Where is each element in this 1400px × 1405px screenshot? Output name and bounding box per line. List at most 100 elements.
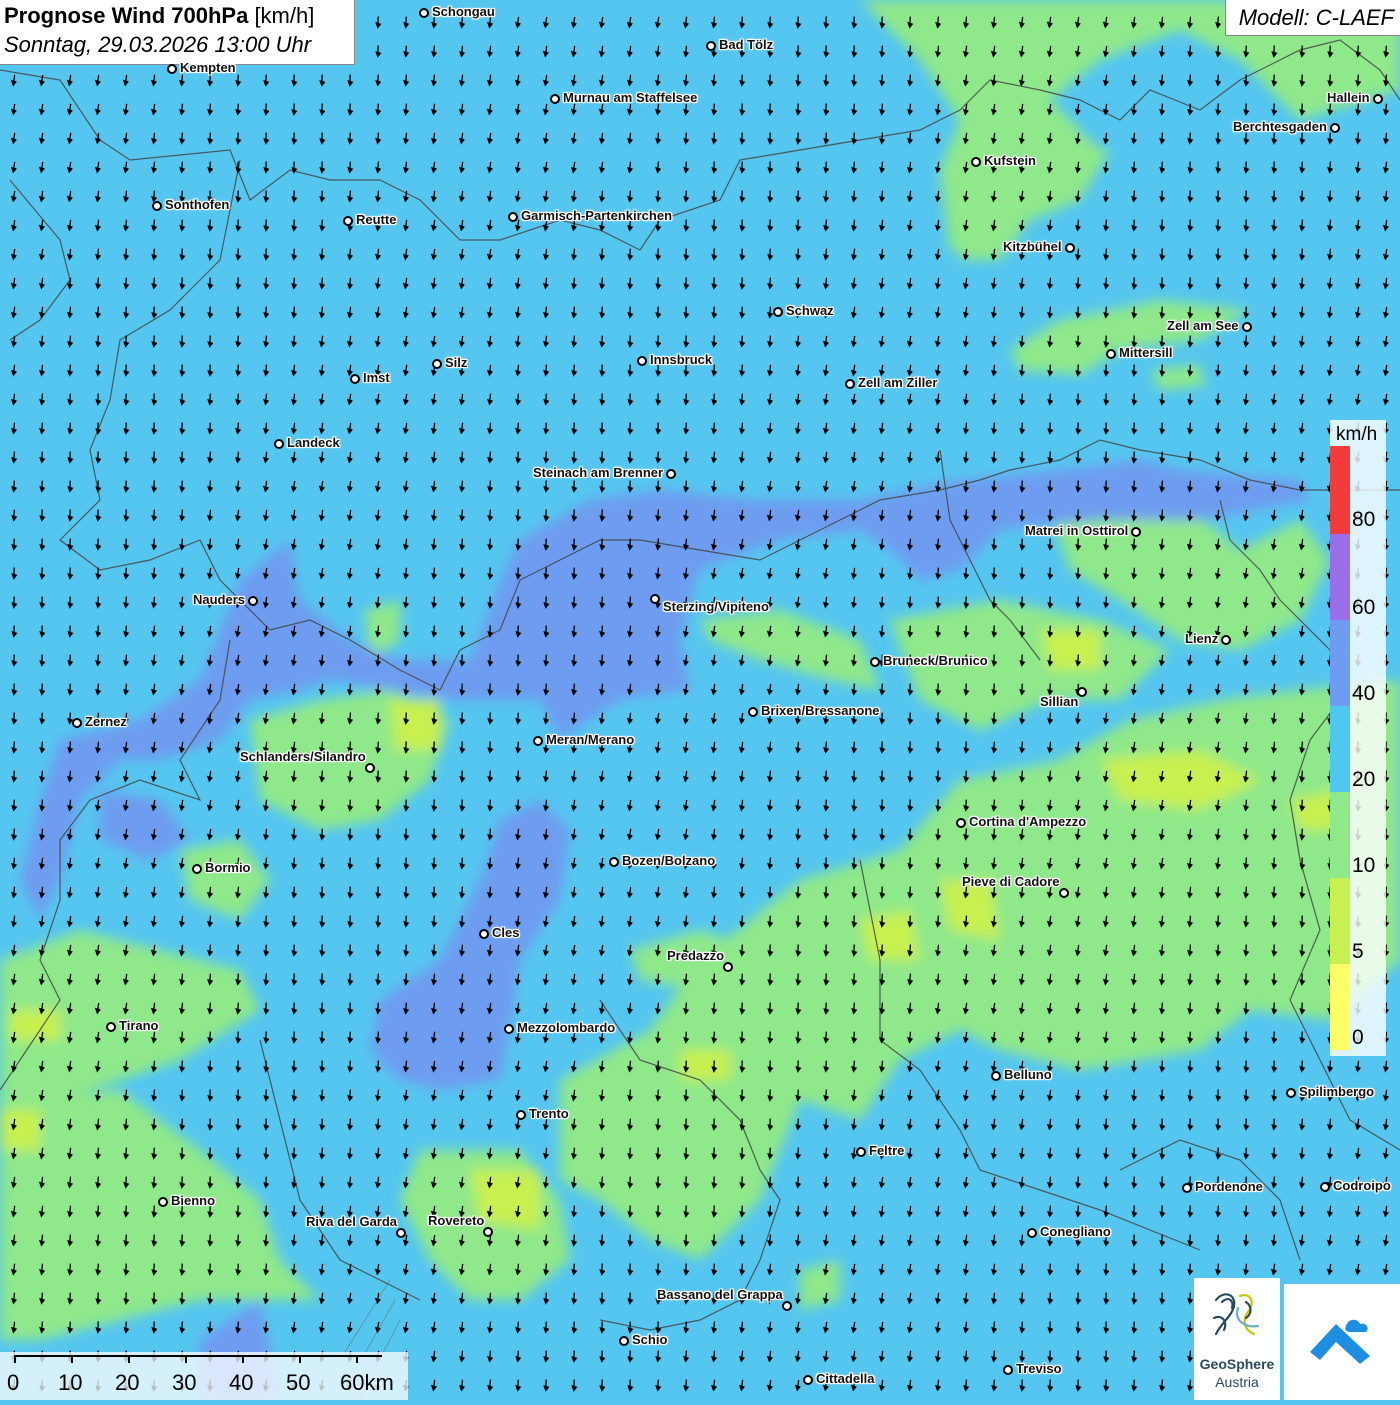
city-dot bbox=[1106, 349, 1116, 359]
city-name: Sonthofen bbox=[165, 197, 229, 212]
city-name: Pieve di Cadore bbox=[962, 874, 1060, 889]
city-name: Treviso bbox=[1016, 1361, 1062, 1376]
city-dot bbox=[1027, 1228, 1037, 1238]
scale-tick bbox=[299, 1355, 301, 1363]
geosphere-logo[interactable]: GeoSphere Austria bbox=[1194, 1278, 1280, 1400]
city-name: Tirano bbox=[119, 1018, 159, 1033]
scale-tick bbox=[185, 1355, 187, 1363]
geosphere-subname: Austria bbox=[1194, 1374, 1280, 1390]
city-name: Silz bbox=[445, 355, 467, 370]
city-name: Mittersill bbox=[1119, 345, 1172, 360]
legend-seg-10 bbox=[1330, 792, 1350, 878]
city-name: Cittadella bbox=[816, 1371, 875, 1386]
city-name: Riva del Garda bbox=[306, 1214, 397, 1229]
city-dot bbox=[650, 594, 660, 604]
city-dot bbox=[1059, 888, 1069, 898]
city-dot bbox=[343, 216, 353, 226]
city-dot bbox=[432, 359, 442, 369]
city-name: Bormio bbox=[205, 860, 251, 875]
city-dot bbox=[773, 307, 783, 317]
city-dot bbox=[637, 356, 647, 366]
scale-label-0: 0 bbox=[7, 1370, 19, 1396]
city-name: Rovereto bbox=[428, 1213, 484, 1228]
city-dot bbox=[483, 1227, 493, 1237]
city-dot bbox=[72, 718, 82, 728]
city-name: Belluno bbox=[1004, 1067, 1052, 1082]
legend-seg-0 bbox=[1330, 964, 1350, 1050]
field-5-10-patch-g bbox=[10, 1010, 60, 1040]
city-dot bbox=[1373, 94, 1383, 104]
city-dot bbox=[956, 818, 966, 828]
city-name: Matrei in Osttirol bbox=[1025, 523, 1128, 538]
city-name: Kitzbühel bbox=[1003, 239, 1062, 254]
legend-seg-80 bbox=[1330, 446, 1350, 534]
city-dot bbox=[1182, 1183, 1192, 1193]
city-name: Meran/Merano bbox=[546, 732, 634, 747]
partner-logo[interactable] bbox=[1284, 1284, 1400, 1400]
cloud-mountain-icon bbox=[1284, 1284, 1400, 1400]
city-name: Schongau bbox=[432, 4, 495, 19]
legend-tick-5: 5 bbox=[1352, 940, 1364, 964]
city-dot bbox=[856, 1147, 866, 1157]
scale-tick bbox=[14, 1355, 16, 1363]
city-dot bbox=[619, 1336, 629, 1346]
city-dot bbox=[1286, 1088, 1296, 1098]
legend-tick-0: 0 bbox=[1352, 1026, 1364, 1050]
city-name: Bienno bbox=[171, 1193, 215, 1208]
city-name: Spilimbergo bbox=[1299, 1084, 1374, 1099]
city-dot bbox=[106, 1022, 116, 1032]
legend-seg-60 bbox=[1330, 534, 1350, 620]
city-name: Zell am See bbox=[1167, 318, 1239, 333]
city-dot bbox=[706, 41, 716, 51]
city-dot bbox=[1330, 123, 1340, 133]
city-name: Pordenone bbox=[1195, 1179, 1263, 1194]
city-dot bbox=[508, 212, 518, 222]
legend-tick-80: 80 bbox=[1352, 508, 1375, 532]
map-title-main: Prognose Wind 700hPa bbox=[4, 3, 248, 28]
city-dot bbox=[1221, 635, 1231, 645]
city-dot bbox=[1242, 322, 1252, 332]
city-name: Murnau am Staffelsee bbox=[563, 90, 697, 105]
city-name: Garmisch-Partenkirchen bbox=[521, 208, 672, 223]
city-name: Bozen/Bolzano bbox=[622, 853, 715, 868]
city-name: Sillian bbox=[1040, 694, 1078, 709]
scale-label-20: 20 bbox=[115, 1370, 139, 1396]
city-dot bbox=[167, 64, 177, 74]
city-name: Cortina d'Ampezzo bbox=[969, 814, 1086, 829]
map-datetime: Sonntag, 29.03.2026 13:00 Uhr bbox=[4, 32, 311, 58]
city-dot bbox=[419, 8, 429, 18]
city-dot bbox=[533, 736, 543, 746]
color-legend: km/h 0 5 10 20 40 60 80 bbox=[1330, 420, 1386, 1056]
city-dot bbox=[504, 1024, 514, 1034]
legend-seg-5 bbox=[1330, 878, 1350, 964]
city-dot bbox=[479, 929, 489, 939]
field-5-10-patch-e bbox=[390, 700, 440, 750]
city-dot bbox=[1065, 243, 1075, 253]
legend-tick-10: 10 bbox=[1352, 854, 1375, 878]
city-name: Steinach am Brenner bbox=[533, 465, 663, 480]
scale-label-50: 50 bbox=[286, 1370, 310, 1396]
scale-label-40: 40 bbox=[229, 1370, 253, 1396]
city-name: Berchtesgaden bbox=[1233, 119, 1327, 134]
city-name: Schio bbox=[632, 1332, 667, 1347]
map-title-unit: [km/h] bbox=[254, 3, 314, 28]
city-name: Schlanders/Silandro bbox=[240, 749, 366, 764]
legend-seg-40 bbox=[1330, 620, 1350, 706]
scale-tick bbox=[356, 1355, 358, 1363]
city-dot bbox=[248, 596, 258, 606]
city-dot bbox=[609, 857, 619, 867]
city-dot bbox=[1320, 1182, 1330, 1192]
city-dot bbox=[365, 763, 375, 773]
scale-label-30: 30 bbox=[172, 1370, 196, 1396]
city-name: Innsbruck bbox=[650, 352, 712, 367]
scale-line bbox=[14, 1355, 382, 1357]
city-name: Feltre bbox=[869, 1143, 904, 1158]
city-name: Zernez bbox=[85, 714, 127, 729]
model-box: Modell: C-LAEF bbox=[1225, 0, 1400, 36]
city-name: Zell am Ziller bbox=[858, 375, 937, 390]
title-box: Prognose Wind 700hPa [km/h] Sonntag, 29.… bbox=[0, 0, 355, 65]
city-dot bbox=[803, 1375, 813, 1385]
city-dot bbox=[1077, 687, 1087, 697]
scale-label-60km: 60km bbox=[340, 1370, 394, 1396]
city-dot bbox=[350, 374, 360, 384]
